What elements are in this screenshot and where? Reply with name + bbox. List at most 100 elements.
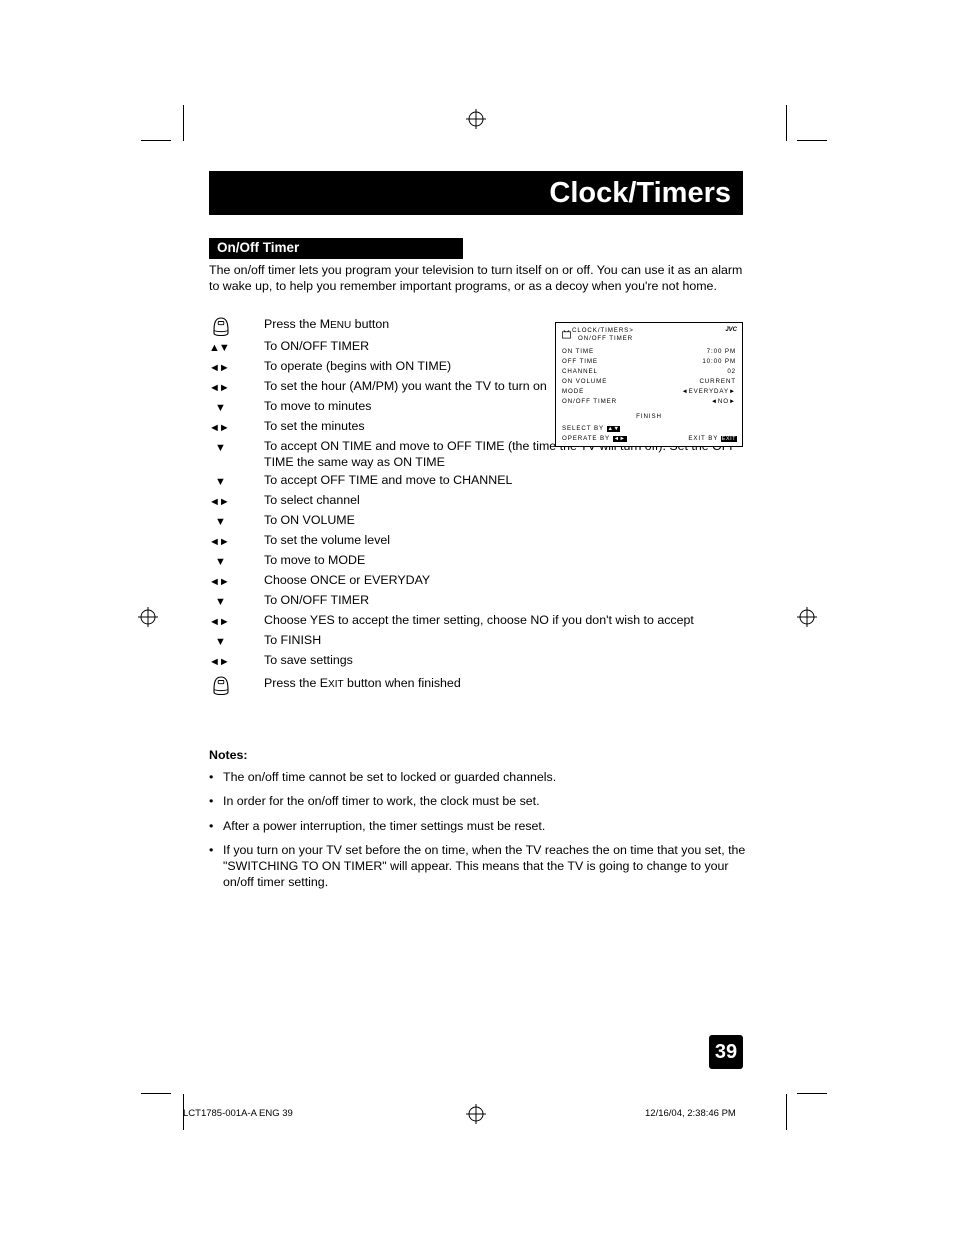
crop-mark-top-right-v xyxy=(786,105,787,141)
list-item: • If you turn on your TV set before the … xyxy=(209,842,749,891)
left-right-arrow-icon: ◄► xyxy=(209,655,230,668)
left-right-arrow-icon: ◄► xyxy=(209,535,230,548)
list-item: ▼ To accept OFF TIME and move to CHANNEL xyxy=(209,471,744,491)
left-right-arrow-icon: ◄► xyxy=(209,615,230,628)
footer-right-text: 12/16/04, 2:38:46 PM xyxy=(645,1108,736,1119)
list-item: ◄► To save settings xyxy=(209,651,744,671)
osd-exit-by: EXIT BY EXIT xyxy=(688,435,737,442)
exit-button-icon xyxy=(209,674,261,695)
left-right-arrow-icon: ◄► xyxy=(209,422,230,434)
osd-row-value: 10:00 PM xyxy=(702,358,736,365)
step-text: To set the volume level xyxy=(264,532,391,547)
list-item: • After a power interruption, the timer … xyxy=(209,818,749,834)
list-item: ▼ To ON VOLUME xyxy=(209,511,744,531)
list-item: ▼ To FINISH xyxy=(209,631,744,651)
left-right-arrow-icon: ◄► xyxy=(209,382,230,394)
up-down-arrow-icon: ▲▼ xyxy=(209,342,230,354)
list-item: • The on/off time cannot be set to locke… xyxy=(209,769,749,785)
osd-row-value: CURRENT xyxy=(699,378,736,385)
step-text: Press the EXIT button when finished xyxy=(264,675,461,690)
crop-mark-bottom-right-h xyxy=(797,1093,827,1094)
crop-mark-top-left-h xyxy=(141,140,171,141)
osd-row-label: ON TIME xyxy=(562,348,594,355)
section-heading: On/Off Timer xyxy=(209,238,463,259)
footer-rule-right xyxy=(786,1096,787,1130)
note-text: If you turn on your TV set before the on… xyxy=(223,842,746,890)
bullet: • xyxy=(209,818,214,833)
note-text: The on/off time cannot be set to locked … xyxy=(223,770,557,784)
step-text: To save settings xyxy=(264,652,353,667)
registration-mark-top xyxy=(466,109,486,129)
step-text: To FINISH xyxy=(264,632,322,647)
operate-key-icon: ◄► xyxy=(612,436,627,442)
page-title: Clock/Timers xyxy=(549,177,731,209)
step-text: To ON VOLUME xyxy=(264,512,355,527)
note-text: In order for the on/off timer to work, t… xyxy=(223,794,540,809)
step-text: To set the hour (AM/PM) you want the TV … xyxy=(264,379,547,393)
osd-title: CLOCK/TIMERS> xyxy=(572,326,634,334)
crop-mark-bottom-left-h xyxy=(141,1093,171,1094)
list-item: • In order for the on/off timer to work,… xyxy=(209,793,749,809)
down-arrow-icon: ▼ xyxy=(215,595,226,608)
note-text: After a power interruption, the timer se… xyxy=(223,818,546,833)
registration-mark-bottom xyxy=(466,1104,486,1124)
list-item: ▼ To move to MODE xyxy=(209,551,744,571)
tv-icon xyxy=(562,326,571,339)
down-arrow-icon: ▼ xyxy=(215,555,226,568)
crop-mark-top-right-h xyxy=(797,140,827,141)
step-text: Choose ONCE or EVERYDAY xyxy=(264,572,431,587)
left-right-arrow-icon: ◄► xyxy=(209,495,230,508)
osd-row-value: 02 xyxy=(727,368,736,375)
registration-mark-left xyxy=(138,607,158,627)
section-heading-label: On/Off Timer xyxy=(217,240,300,255)
notes-title: Notes: xyxy=(209,748,248,762)
footer-left-text: LCT1785-001A-A ENG 39 xyxy=(183,1108,293,1119)
osd-screen-illustration: CLOCK/TIMERS> JVC ON/OFF TIMER ON TIME 7… xyxy=(555,322,743,447)
left-right-arrow-icon: ◄► xyxy=(209,575,230,588)
page-number: 39 xyxy=(714,1041,738,1063)
step-text: To ON/OFF TIMER xyxy=(264,592,370,607)
left-right-arrow-icon: ◄► xyxy=(209,362,230,374)
osd-row-value: ◄NO► xyxy=(710,398,736,405)
step-text: To move to MODE xyxy=(264,552,366,567)
intro-paragraph: The on/off timer lets you program your t… xyxy=(209,263,743,294)
page: Clock/Timers On/Off Timer The on/off tim… xyxy=(0,0,954,1235)
down-arrow-icon: ▼ xyxy=(215,635,226,648)
osd-row-value: 7:00 PM xyxy=(706,348,736,355)
select-key-icon: ▲▼ xyxy=(606,426,621,432)
jvc-logo: JVC xyxy=(725,327,737,333)
down-arrow-icon: ▼ xyxy=(215,515,226,528)
osd-operate-by: OPERATE BY ◄► xyxy=(562,435,627,442)
osd-row-value: ◄EVERYDAY► xyxy=(681,388,736,395)
osd-row-label: OFF TIME xyxy=(562,358,598,365)
notes-list: • The on/off time cannot be set to locke… xyxy=(209,769,749,899)
list-item: ▼ To ON/OFF TIMER xyxy=(209,591,744,611)
list-item: ◄► Choose ONCE or EVERYDAY xyxy=(209,571,744,591)
step-text: To select channel xyxy=(264,492,360,507)
list-item: ◄► Choose YES to accept the timer settin… xyxy=(209,611,744,631)
menu-button-icon xyxy=(209,315,261,336)
down-arrow-icon: ▼ xyxy=(215,442,226,454)
osd-finish: FINISH xyxy=(636,413,662,420)
list-item: ◄► To set the volume level xyxy=(209,531,744,551)
osd-subtitle: ON/OFF TIMER xyxy=(578,334,634,342)
osd-row-label: ON/OFF TIMER xyxy=(562,398,618,405)
page-number-badge: 39 xyxy=(709,1035,743,1069)
osd-select-by: SELECT BY ▲▼ xyxy=(562,425,621,432)
osd-row-label: ON VOLUME xyxy=(562,378,608,385)
down-arrow-icon: ▼ xyxy=(215,475,226,488)
exit-key-icon: EXIT xyxy=(720,436,737,442)
osd-row-label: CHANNEL xyxy=(562,368,598,375)
crop-mark-top-left-v xyxy=(183,105,184,141)
registration-mark-right xyxy=(797,607,817,627)
list-item: Press the EXIT button when finished xyxy=(209,674,744,695)
step-text: Choose YES to accept the timer setting, … xyxy=(264,612,694,627)
step-text: To accept OFF TIME and move to CHANNEL xyxy=(264,472,513,487)
osd-row-label: MODE xyxy=(562,388,585,395)
list-item: ◄► To select channel xyxy=(209,491,744,511)
bullet: • xyxy=(209,794,214,809)
bullet: • xyxy=(209,770,214,784)
page-title-bar: Clock/Timers xyxy=(209,171,743,215)
bullet: • xyxy=(209,842,214,857)
down-arrow-icon: ▼ xyxy=(215,402,226,414)
